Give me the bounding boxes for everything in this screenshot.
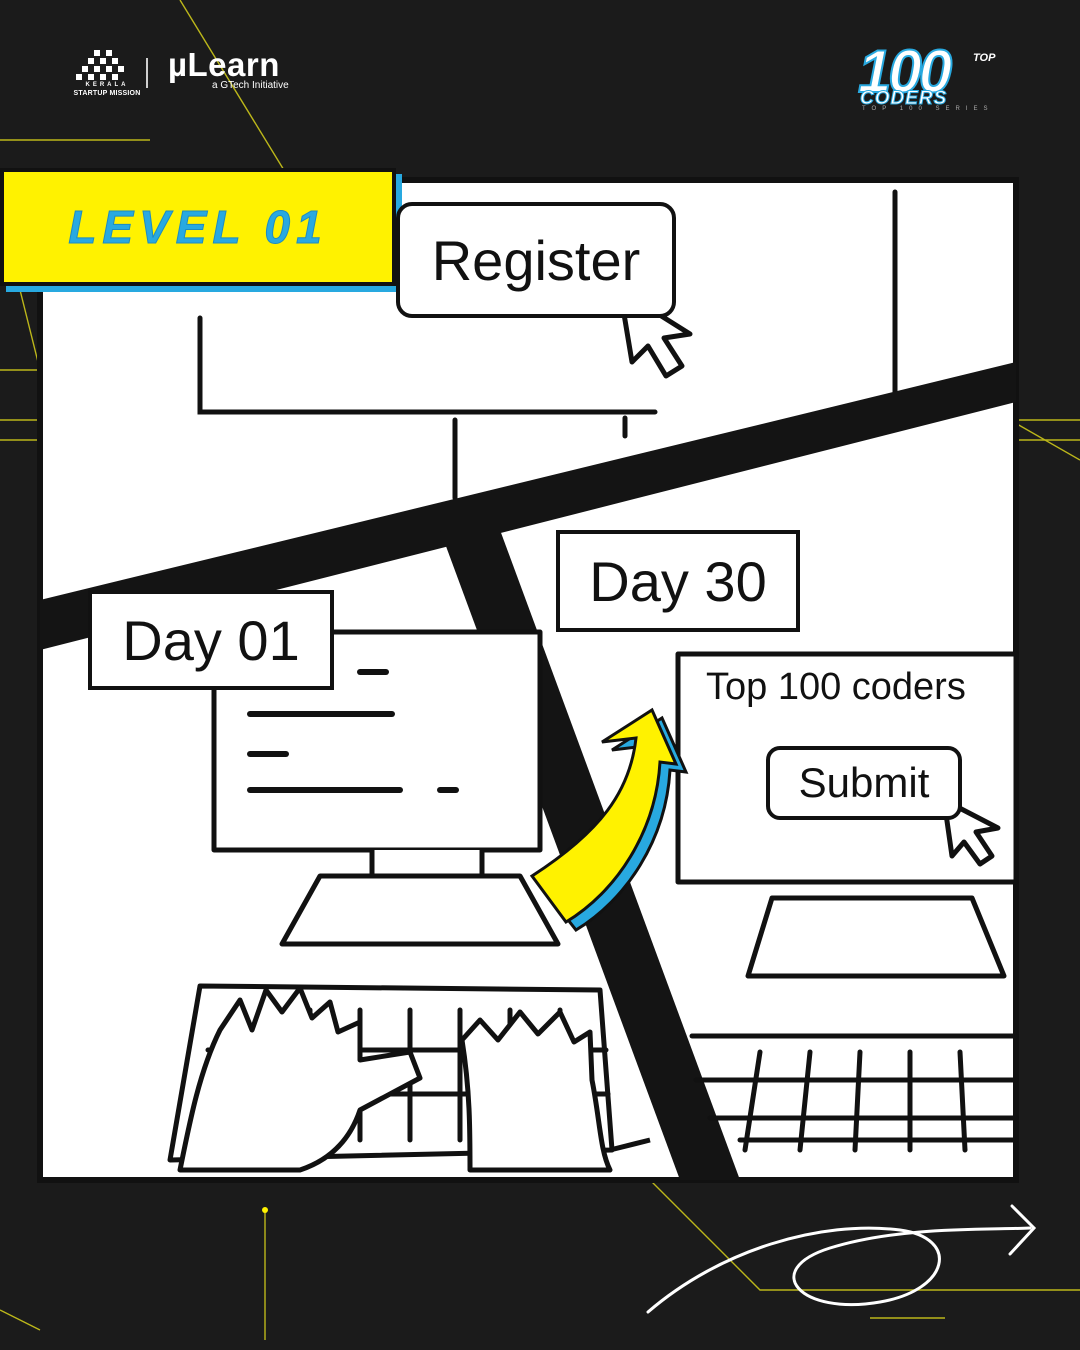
level-title: LEVEL 01 bbox=[68, 201, 328, 254]
mulearn-logo: µLearn bbox=[168, 46, 280, 83]
day-end-label: Day 30 bbox=[556, 530, 800, 632]
day-start-label: Day 01 bbox=[88, 590, 334, 690]
ksum-line2: STARTUP MISSION bbox=[73, 90, 141, 97]
logo-divider bbox=[146, 58, 148, 88]
submit-button[interactable]: Submit bbox=[766, 746, 962, 820]
screen-title: Top 100 coders bbox=[706, 666, 966, 708]
level-banner: LEVEL 01 bbox=[0, 168, 396, 286]
ksum-line1: KERALA bbox=[85, 82, 129, 88]
badge-top-label: TOP bbox=[973, 52, 996, 64]
badge-series: TOP 100 SERIES bbox=[862, 106, 994, 112]
register-button[interactable]: Register bbox=[396, 202, 676, 318]
mulearn-tagline: a GTech Initiative bbox=[212, 80, 289, 91]
